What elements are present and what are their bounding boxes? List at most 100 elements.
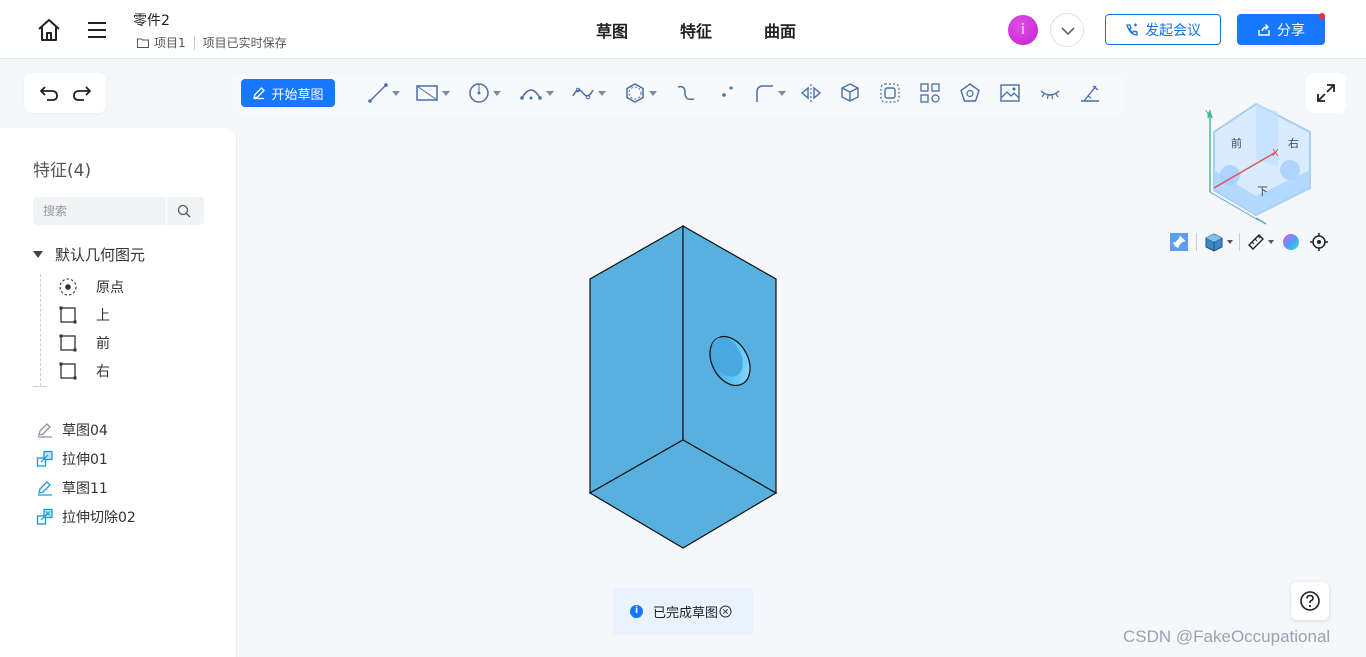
tree-item-top-plane[interactable]: 上 (58, 305, 110, 325)
tab-sketch[interactable]: 草图 (570, 18, 654, 42)
display-mode-button[interactable] (1203, 231, 1233, 253)
chevron-down-icon (1061, 27, 1075, 36)
home-icon[interactable] (36, 17, 62, 43)
curve-icon (677, 85, 695, 101)
axis-x-label: X (1272, 148, 1279, 159)
tab-feature[interactable]: 特征 (654, 18, 738, 42)
status-toast: i 已完成草图 (613, 588, 753, 635)
cube-icon (841, 83, 859, 102)
part-model[interactable] (585, 222, 785, 554)
tree-item-right-plane[interactable]: 右 (58, 361, 110, 381)
avatar[interactable]: i (1008, 15, 1038, 45)
share-label: 分享 (1277, 22, 1305, 39)
feature-extrude01[interactable]: 拉伸01 (36, 449, 108, 469)
collapse-caret-icon (33, 251, 43, 258)
image-tool[interactable] (990, 78, 1030, 108)
rectangle-icon (415, 85, 438, 101)
share-icon (1258, 23, 1270, 36)
feature-sketch11[interactable]: 草图11 (36, 478, 108, 498)
target-icon[interactable] (1308, 231, 1330, 253)
circle-icon (468, 83, 489, 103)
curve-tool[interactable] (666, 78, 706, 108)
color-wheel-icon[interactable] (1280, 231, 1302, 253)
view-tools (1168, 229, 1342, 255)
cube-face-right[interactable]: 右 (1288, 136, 1299, 150)
shape-tool[interactable] (950, 78, 990, 108)
notification-dot (1319, 13, 1325, 19)
panel-title: 特征(4) (33, 161, 92, 181)
info-icon: i (630, 605, 643, 618)
hide-tool[interactable] (1030, 78, 1070, 108)
search-icon[interactable] (177, 204, 191, 218)
arc-tool[interactable] (510, 78, 562, 108)
start-meeting-button[interactable]: 发起会议 (1105, 14, 1221, 45)
dimension-tool[interactable] (1070, 78, 1110, 108)
shaded-cube-icon (1205, 233, 1223, 252)
arc-icon (519, 89, 542, 100)
project-link[interactable]: 项目1 (154, 34, 186, 51)
image-icon (1000, 84, 1020, 102)
undo-icon[interactable] (38, 82, 60, 104)
start-sketch-label: 开始草图 (271, 87, 324, 103)
help-button[interactable] (1291, 582, 1329, 620)
feature-extrude-cut02[interactable]: 拉伸切除02 (36, 507, 136, 527)
extrude-cut-icon (36, 508, 53, 525)
document-meta: 项目1 项目已实时保存 (137, 34, 287, 51)
account-dropdown-button[interactable] (1050, 13, 1084, 47)
tab-surface[interactable]: 曲面 (738, 18, 822, 42)
group-label: 默认几何图元 (55, 246, 146, 264)
shape-icon (960, 83, 980, 102)
meeting-label: 发起会议 (1145, 22, 1201, 39)
top-header: 零件2 项目1 项目已实时保存 草图 特征 曲面 i 发起会议 分享 (0, 0, 1366, 59)
hide-icon (1040, 90, 1060, 100)
solid-tool[interactable] (830, 78, 870, 108)
spline-tool[interactable] (562, 78, 614, 108)
offset-icon (880, 83, 900, 103)
menu-icon[interactable] (86, 19, 108, 41)
circle-tool[interactable] (458, 78, 510, 108)
sketch-icon (38, 423, 52, 438)
pattern-icon (920, 83, 940, 103)
feature-panel: 特征(4) 默认几何图元 原点 上 前 右 草图04 拉伸01 草图11 拉伸 (0, 128, 237, 657)
feature-sketch04[interactable]: 草图04 (36, 420, 108, 440)
share-button[interactable]: 分享 (1237, 14, 1325, 45)
polygon-icon (625, 83, 644, 103)
fillet-icon (755, 85, 773, 102)
pencil-icon (253, 87, 266, 100)
watermark: CSDN @FakeOccupational (1123, 627, 1331, 646)
feature-search (33, 197, 204, 225)
pattern-tool[interactable] (910, 78, 950, 108)
offset-tool[interactable] (870, 78, 910, 108)
sketch-icon (38, 481, 52, 496)
default-geometry-group[interactable]: 默认几何图元 (33, 244, 145, 265)
tree-item-front-plane[interactable]: 前 (58, 333, 110, 353)
ruler-icon (1248, 234, 1264, 250)
sketch-tools (360, 78, 1110, 108)
point-icon (722, 86, 733, 97)
plane-icon (58, 361, 78, 381)
cube-face-front[interactable]: 前 (1231, 136, 1242, 150)
redo-icon[interactable] (71, 82, 93, 104)
mode-tabs: 草图 特征 曲面 (570, 18, 822, 42)
axis-y-label: Y (1204, 109, 1212, 120)
plane-icon (58, 333, 78, 353)
view-cube[interactable]: Y X 前 右 下 (1197, 100, 1327, 228)
line-tool[interactable] (360, 78, 406, 108)
start-sketch-button[interactable]: 开始草图 (241, 79, 335, 107)
point-tool[interactable] (706, 78, 746, 108)
close-icon[interactable] (719, 605, 732, 618)
folder-icon (137, 38, 149, 48)
history-controls (24, 73, 106, 113)
fillet-tool[interactable] (746, 78, 792, 108)
document-title[interactable]: 零件2 (133, 10, 170, 30)
measure-button[interactable] (1246, 232, 1274, 252)
search-input[interactable] (43, 201, 163, 221)
save-status: 项目已实时保存 (202, 36, 287, 50)
tree-item-origin[interactable]: 原点 (58, 277, 124, 297)
polygon-tool[interactable] (614, 78, 666, 108)
dimension-icon (1081, 85, 1099, 102)
cube-face-top[interactable]: 下 (1257, 185, 1268, 198)
mirror-tool[interactable] (792, 78, 830, 108)
rectangle-tool[interactable] (406, 78, 458, 108)
pin-icon[interactable] (1168, 231, 1190, 253)
